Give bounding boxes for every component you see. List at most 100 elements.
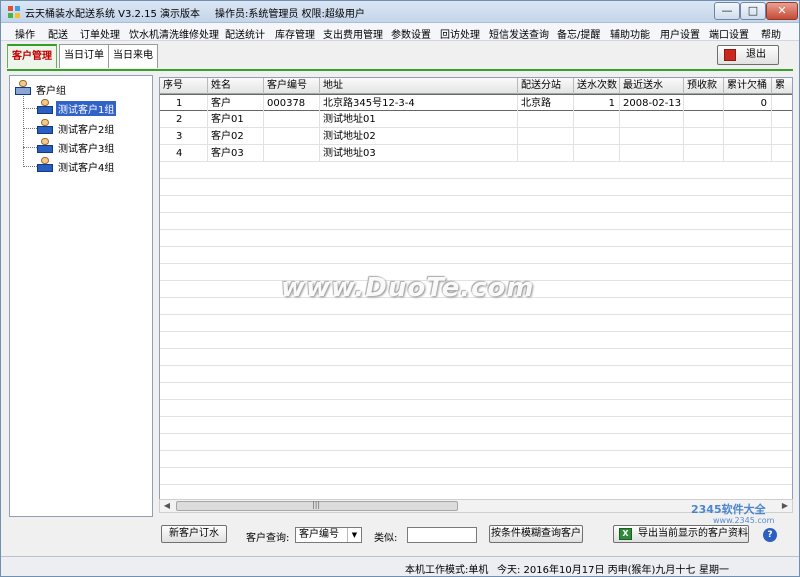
brand-watermark: 2345软件大全: [691, 503, 766, 516]
empty-row: [160, 179, 792, 196]
column-header[interactable]: 预收款: [684, 78, 724, 94]
menu-item[interactable]: 辅助功能: [610, 26, 650, 41]
menu-item[interactable]: 库存管理: [275, 26, 315, 41]
menu-item[interactable]: 参数设置: [391, 26, 431, 41]
table-cell: [264, 145, 320, 162]
table-cell: 000378: [264, 95, 320, 112]
empty-row: [160, 417, 792, 434]
table-cell: 客户: [208, 95, 264, 112]
title-bar[interactable]: 云天桶装水配送系统 V3.2.15 演示版本 操作员:系统管理员 权限:超级用户…: [1, 1, 799, 23]
new-order-button[interactable]: 新客户订水: [161, 525, 227, 543]
today-date: 今天: 2016年10月17日 丙申(猴年)九月十七: [497, 565, 696, 576]
fuzzy-search-button[interactable]: 按条件模糊查询客户: [489, 525, 583, 543]
scroll-thumb[interactable]: |||: [176, 500, 458, 511]
column-header[interactable]: 配送分站: [518, 78, 574, 94]
column-header[interactable]: 地址: [320, 78, 518, 94]
tree-item-label: 测试客户4组: [58, 163, 115, 174]
module-tabs: 客户管理 当日订单 当日来电: [1, 41, 799, 69]
table-cell: [620, 145, 684, 162]
table-cell: [684, 145, 724, 162]
tree-item-group-2[interactable]: 测试客户2组: [36, 119, 146, 137]
empty-row: [160, 451, 792, 468]
tree-root-node[interactable]: 客户组: [14, 80, 144, 98]
table-row[interactable]: 4 客户03 测试地址03: [160, 145, 792, 162]
close-button[interactable]: ✕: [766, 2, 798, 20]
menu-item[interactable]: 帮助: [761, 26, 781, 41]
tree-connector: [23, 108, 37, 109]
table-cell: 1: [160, 95, 208, 112]
status-bar: 本机工作模式:单机 今天: 2016年10月17日 丙申(猴年)九月十七 星期一: [1, 556, 799, 576]
tree-item-group-4[interactable]: 测试客户4组: [36, 157, 146, 175]
column-header[interactable]: 姓名: [208, 78, 264, 94]
tree-item-group-1[interactable]: 测试客户1组: [36, 99, 146, 117]
tree-root-label: 客户组: [36, 86, 66, 97]
table-cell: [724, 145, 772, 162]
tab-today-orders[interactable]: 当日订单: [59, 44, 109, 68]
menu-item[interactable]: 配送统计: [225, 26, 265, 41]
column-header[interactable]: 累: [772, 78, 792, 94]
empty-row: [160, 315, 792, 332]
app-icon: [8, 6, 20, 18]
exit-label: 退出: [746, 49, 766, 60]
column-header[interactable]: 序号: [160, 78, 208, 94]
export-label: 导出当前显示的客户资料: [638, 528, 748, 539]
empty-row: [160, 247, 792, 264]
table-cell: 客户02: [208, 128, 264, 145]
tree-connector: [23, 128, 37, 129]
exit-icon: [724, 49, 736, 61]
table-cell: 客户01: [208, 111, 264, 128]
table-row[interactable]: 3 客户02 测试地址02: [160, 128, 792, 145]
menu-item[interactable]: 备忘/提醒: [557, 26, 600, 41]
like-input[interactable]: [407, 527, 477, 543]
tree-connector: [23, 147, 37, 148]
query-field-select[interactable]: 客户编号 ▼: [295, 527, 362, 543]
tree-item-group-3[interactable]: 测试客户3组: [36, 138, 146, 156]
tree-item-label: 测试客户1组: [56, 101, 117, 116]
table-cell: [724, 111, 772, 128]
scroll-right-icon[interactable]: ▶: [778, 500, 792, 512]
tab-today-calls[interactable]: 当日来电: [108, 44, 158, 68]
menu-item[interactable]: 支出费用管理: [323, 26, 383, 41]
customer-group-tree[interactable]: 客户组 测试客户1组 测试客户2组 测试客户3组 测试客户4组: [9, 75, 153, 517]
menu-item[interactable]: 短信发送查询: [489, 26, 549, 41]
tree-connector: [23, 96, 24, 167]
empty-row: [160, 349, 792, 366]
column-header[interactable]: 送水次数: [574, 78, 620, 94]
menu-item[interactable]: 回访处理: [440, 26, 480, 41]
tab-customer-management[interactable]: 客户管理: [7, 44, 57, 68]
table-cell: 测试地址01: [320, 111, 518, 128]
menu-item[interactable]: 配送: [48, 26, 68, 41]
menu-item[interactable]: 饮水机清洗维修处理: [129, 26, 219, 41]
query-label: 客户查询:: [246, 533, 290, 544]
menu-item[interactable]: 端口设置: [709, 26, 749, 41]
table-cell: [620, 128, 684, 145]
table-cell: 0: [724, 95, 772, 112]
tree-item-label: 测试客户2组: [58, 125, 115, 136]
site-watermark: www.DuoTe.com: [281, 273, 535, 303]
user-group-icon: [36, 138, 54, 154]
table-row[interactable]: 1 客户 000378 北京路345号12-3-4 北京路 1 2008-02-…: [160, 94, 792, 112]
grip-icon: |||: [312, 500, 321, 509]
export-button[interactable]: X 导出当前显示的客户资料: [613, 525, 749, 543]
excel-icon: X: [619, 528, 632, 540]
column-header[interactable]: 最近送水: [620, 78, 684, 94]
menu-item[interactable]: 操作: [15, 26, 35, 41]
exit-button[interactable]: 退出: [717, 45, 779, 65]
scroll-left-icon[interactable]: ◀: [160, 500, 174, 512]
empty-row: [160, 162, 792, 179]
table-row[interactable]: 2 客户01 测试地址01: [160, 111, 792, 128]
help-icon[interactable]: ?: [763, 528, 777, 542]
chevron-down-icon[interactable]: ▼: [347, 528, 361, 542]
table-cell: 2: [160, 111, 208, 128]
menu-item[interactable]: 订单处理: [80, 26, 120, 41]
maximize-button[interactable]: □: [740, 2, 766, 20]
column-header[interactable]: 累计欠桶: [724, 78, 772, 94]
table-cell: [264, 111, 320, 128]
column-header[interactable]: 客户编号: [264, 78, 320, 94]
menu-item[interactable]: 用户设置: [660, 26, 700, 41]
table-cell: 客户03: [208, 145, 264, 162]
like-label: 类似:: [374, 533, 398, 544]
table-cell: [684, 111, 724, 128]
tab-divider: [7, 69, 793, 71]
minimize-button[interactable]: —: [714, 2, 740, 20]
